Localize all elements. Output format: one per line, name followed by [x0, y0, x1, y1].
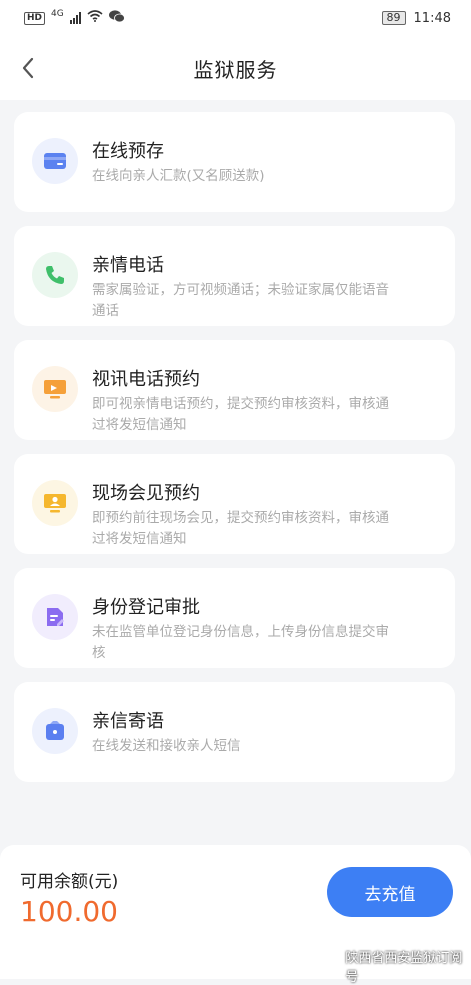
card-title: 现场会见预约: [92, 483, 200, 504]
phone-icon: [32, 252, 78, 298]
page-title: 监狱服务: [193, 57, 278, 82]
card-description: 即预约前往现场会见，提交预约审核资料，审核通过将发短信通知: [92, 510, 389, 547]
card-text: 在线预存 在线向亲人汇款(又名顾送款): [92, 138, 402, 187]
card-title: 亲信寄语: [92, 711, 164, 732]
recharge-button[interactable]: 去充值: [327, 867, 453, 917]
back-button[interactable]: [10, 50, 46, 86]
message-icon: [32, 708, 78, 754]
wechat-icon: [108, 9, 125, 27]
card-text: 亲情电话 需家属验证，方可视频通话；未验证家属仅能语音通话: [92, 252, 402, 322]
id-document-icon: [32, 594, 78, 640]
card-text: 亲信寄语 在线发送和接收亲人短信: [92, 708, 402, 757]
service-card-online-deposit[interactable]: 在线预存 在线向亲人汇款(又名顾送款): [14, 112, 455, 212]
service-card-family-message[interactable]: 亲信寄语 在线发送和接收亲人短信: [14, 682, 455, 782]
wechat-official-account-icon: [322, 959, 341, 974]
status-left: HD 4G: [24, 9, 125, 27]
meeting-icon: [32, 480, 78, 526]
service-card-family-phone[interactable]: 亲情电话 需家属验证，方可视频通话；未验证家属仅能语音通话: [14, 226, 455, 326]
card-text: 视讯电话预约 即可视亲情电话预约，提交预约审核资料，审核通过将发短信通知: [92, 366, 402, 436]
card-description: 即可视亲情电话预约，提交预约审核资料，审核通过将发短信通知: [92, 396, 389, 433]
nav-header: 监狱服务: [0, 36, 471, 100]
clock: 11:48: [413, 10, 451, 26]
service-card-video-call-booking[interactable]: 视讯电话预约 即可视亲情电话预约，提交预约审核资料，审核通过将发短信通知: [14, 340, 455, 440]
card-description: 需家属验证，方可视频通话；未验证家属仅能语音通话: [92, 282, 389, 319]
card-text: 现场会见预约 即预约前往现场会见，提交预约审核资料，审核通过将发短信通知: [92, 480, 402, 550]
watermark-text: 陕西省西安监狱订阅号: [345, 951, 463, 985]
card-description: 在线发送和接收亲人短信: [92, 738, 241, 754]
chevron-left-icon: [22, 57, 34, 79]
card-title: 视讯电话预约: [92, 369, 200, 390]
card-text: 身份登记审批 未在监管单位登记身份信息，上传身份信息提交审核: [92, 594, 402, 664]
service-card-onsite-visit-booking[interactable]: 现场会见预约 即预约前往现场会见，提交预约审核资料，审核通过将发短信通知: [14, 454, 455, 554]
battery-icon: 89: [381, 11, 406, 25]
signal-icon: [69, 12, 81, 24]
card-title: 身份登记审批: [92, 597, 200, 618]
balance-label: 可用余额(元): [20, 872, 119, 892]
watermark: 陕西省西安监狱订阅号: [322, 947, 471, 985]
card-title: 在线预存: [92, 141, 164, 162]
card-description: 在线向亲人汇款(又名顾送款): [92, 168, 265, 184]
status-right: 89 11:48: [381, 10, 451, 26]
network-type: 4G: [51, 9, 64, 19]
card-title: 亲情电话: [92, 255, 164, 276]
hd-badge: HD: [24, 11, 46, 25]
credit-card-icon: [32, 138, 78, 184]
wifi-icon: [87, 10, 103, 26]
status-bar: HD 4G 89 11:48: [0, 0, 471, 36]
card-description: 未在监管单位登记身份信息，上传身份信息提交审核: [92, 624, 389, 661]
monitor-icon: [32, 366, 78, 412]
service-card-identity-registration[interactable]: 身份登记审批 未在监管单位登记身份信息，上传身份信息提交审核: [14, 568, 455, 668]
service-list: 在线预存 在线向亲人汇款(又名顾送款) 亲情电话 需家属验证，方可视频通话；未验…: [14, 112, 455, 782]
balance-amount: 100.00: [20, 895, 118, 928]
